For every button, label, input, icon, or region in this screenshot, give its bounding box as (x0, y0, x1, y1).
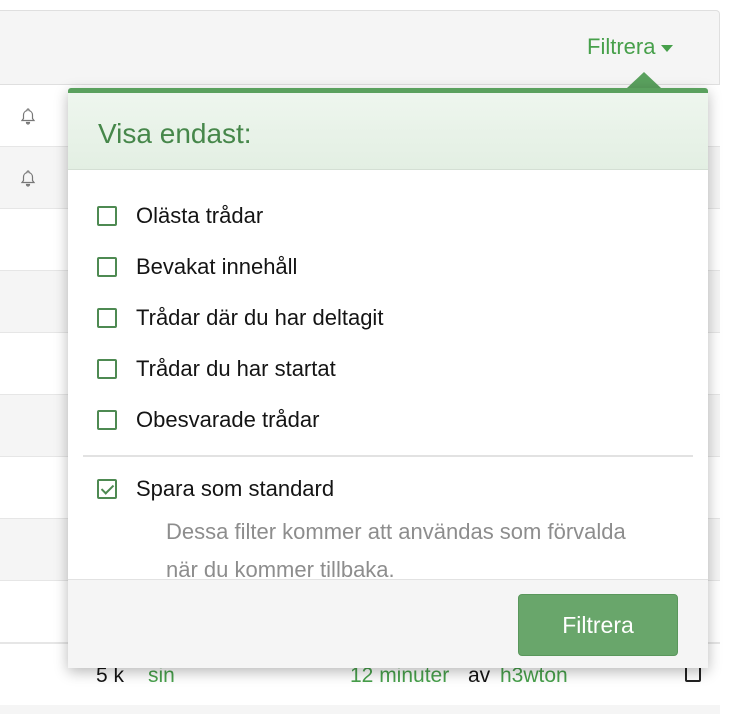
option-label: Olästa trådar (136, 202, 264, 228)
checkbox[interactable] (97, 409, 117, 430)
checkbox[interactable] (97, 256, 117, 277)
option-unread-threads[interactable]: Olästa trådar (97, 190, 708, 241)
filter-options: Olästa trådar Bevakat innehåll Trådar dä… (68, 170, 708, 445)
popup-footer: Filtrera (68, 579, 708, 668)
option-label: Trådar där du har deltagit (136, 304, 384, 330)
option-unanswered-threads[interactable]: Obesvarade trådar (97, 394, 708, 445)
filter-dropdown-trigger[interactable]: Filtrera (587, 34, 674, 60)
bell-icon[interactable] (19, 169, 37, 187)
checkbox[interactable] (97, 205, 117, 226)
option-save-default[interactable]: Spara som standard (97, 475, 708, 503)
save-default-section: Spara som standard Dessa filter kommer a… (68, 457, 708, 589)
option-started-threads[interactable]: Trådar du har startat (97, 343, 708, 394)
popup-arrow (627, 72, 661, 88)
checkbox[interactable] (97, 307, 117, 328)
filter-popup: Visa endast: Olästa trådar Bevakat inneh… (68, 88, 708, 668)
select-checkbox[interactable] (685, 666, 701, 682)
bell-icon[interactable] (19, 107, 37, 125)
option-label: Bevakat innehåll (136, 253, 298, 279)
caret-down-icon (661, 45, 674, 52)
option-label: Spara som standard (136, 476, 335, 501)
popup-title: Visa endast: (68, 93, 708, 170)
list-footer (0, 705, 720, 714)
save-default-hint: Dessa filter kommer att användas som för… (166, 519, 626, 582)
option-participated-threads[interactable]: Trådar där du har deltagit (97, 292, 708, 343)
checkbox-checked[interactable] (97, 479, 117, 499)
option-label: Trådar du har startat (136, 355, 336, 381)
filter-trigger-label[interactable]: Filtrera (587, 34, 655, 60)
checkbox[interactable] (97, 358, 117, 379)
option-watched-content[interactable]: Bevakat innehåll (97, 241, 708, 292)
filter-submit-button[interactable]: Filtrera (518, 594, 678, 656)
option-label: Obesvarade trådar (136, 406, 320, 432)
